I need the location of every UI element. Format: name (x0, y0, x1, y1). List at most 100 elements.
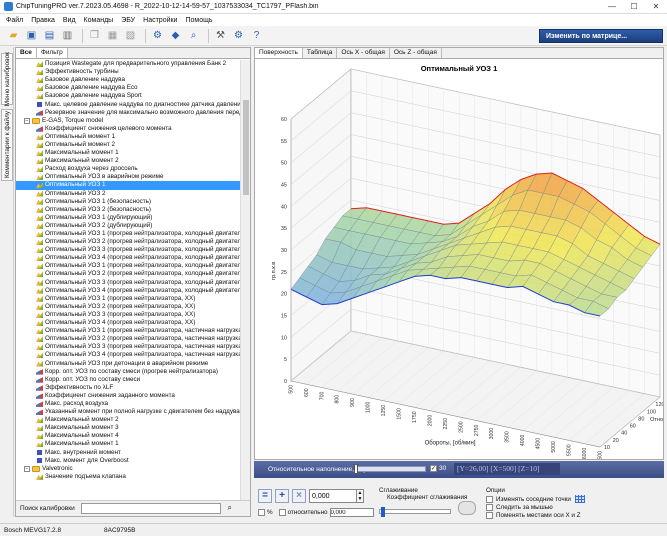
settings-icon[interactable]: ⚙ (231, 28, 246, 43)
collapse-icon[interactable]: − (24, 465, 30, 472)
menu-settings[interactable]: Настройки (139, 17, 181, 24)
tree-item[interactable]: Оптимальный УОЗ 2 (дублирующий) (16, 222, 240, 230)
tree-item[interactable]: Оптимальный УОЗ 1 (прогрев нейтрализатор… (16, 295, 240, 303)
relative-checkbox[interactable] (278, 509, 286, 516)
paste-icon[interactable]: ▦ (105, 28, 120, 43)
relative-fill-slider[interactable] (354, 464, 426, 474)
tree-item[interactable]: Указанный момент при полной нагрузке с д… (16, 408, 240, 416)
search-input[interactable] (80, 503, 221, 514)
tree-item[interactable]: Макс. расход воздуха (16, 400, 240, 408)
tree-item[interactable]: Максимальный момент 1 (16, 149, 240, 157)
minimize-button[interactable]: — (601, 0, 623, 14)
surface-plot[interactable]: Оптимальный УОЗ 1 0 5 10 15 20 25 30 35 40 45 50 55 6… (255, 59, 663, 459)
menu-file[interactable]: Файл (2, 17, 27, 24)
tree-item[interactable]: Позиция Wastegate для предварительного у… (16, 60, 240, 68)
tree-item[interactable]: Максимальный момент 1 (16, 440, 240, 448)
tab-surface[interactable]: Поверхность (255, 48, 303, 58)
tree-item[interactable]: Макс. внутренний момент (16, 449, 240, 457)
tree-item[interactable]: Эффективность по λLF (16, 384, 240, 392)
checksum-icon[interactable]: ⚙ (150, 28, 165, 43)
menu-view[interactable]: Вид (59, 17, 80, 24)
tree-item[interactable]: Оптимальный УОЗ 1 (прогрев нейтрализатор… (16, 230, 240, 238)
menu-commands[interactable]: Команды (80, 17, 118, 24)
tree-item[interactable]: Оптимальный УОЗ 1 (безопасность) (16, 198, 240, 206)
tree-item[interactable]: Базовое давление наддува (16, 76, 240, 84)
collapse-icon[interactable]: − (24, 117, 30, 124)
equals-button[interactable]: = (258, 489, 272, 503)
tree-item[interactable]: Оптимальный УОЗ 1 (16, 181, 240, 190)
tab-axis-z[interactable]: Ось Z - общая (390, 48, 442, 58)
add-button[interactable]: + (275, 489, 289, 503)
print-icon[interactable]: ▥ (60, 28, 75, 43)
tree-item[interactable]: Значение подъема клапана (16, 473, 240, 481)
save-icon[interactable]: ▣ (24, 28, 39, 43)
slider-knob[interactable] (354, 464, 358, 474)
tab-file-comments[interactable]: Комментарии к файлу (1, 109, 13, 181)
grid-icon[interactable] (574, 495, 585, 503)
tree-item[interactable]: Оптимальный УОЗ 2 (прогрев нейтрализатор… (16, 238, 240, 246)
tree-item[interactable]: Максимальный момент 2 (16, 416, 240, 424)
tree-item[interactable]: Резервное значение для максимально возмо… (16, 109, 240, 117)
tree-item[interactable]: Макс. момент для Overboost (16, 457, 240, 465)
menu-edit[interactable]: Правка (27, 17, 59, 24)
tree-item[interactable]: Оптимальный УОЗ 2 (прогрев нейтрализатор… (16, 303, 240, 311)
tree-folder[interactable]: − E-GAS, Torque model (16, 117, 240, 125)
tree-item[interactable]: Оптимальный УОЗ 2 (безопасность) (16, 206, 240, 214)
tree-item[interactable]: Оптимальный УОЗ 4 (прогрев нейтрализатор… (16, 351, 240, 359)
menu-help[interactable]: Помощь (181, 17, 216, 24)
tab-calibrations[interactable]: Меню калибровок (1, 52, 13, 106)
search-icon[interactable]: ⌕ (186, 28, 201, 43)
tab-filter[interactable]: Фильтр (36, 48, 68, 58)
tree-item[interactable]: Оптимальный УОЗ 1 (прогрев нейтрализатор… (16, 327, 240, 335)
tree-item[interactable]: Оптимальный УОЗ при детонации в аварийно… (16, 359, 240, 367)
follow-mouse-checkbox[interactable] (486, 503, 493, 511)
change-neighbors-checkbox[interactable] (486, 495, 493, 503)
tree-item[interactable]: Оптимальный УОЗ 2 (16, 190, 240, 198)
tree-item[interactable]: Оптимальный момент 1 (16, 133, 240, 141)
navigate-icon[interactable]: ◆ (168, 28, 183, 43)
tree-item[interactable]: Максимальный момент 2 (16, 157, 240, 165)
smoothing-slider[interactable] (379, 507, 451, 517)
tree-item[interactable]: Оптимальный УОЗ 2 (прогрев нейтрализатор… (16, 270, 240, 278)
tree-item[interactable]: Базовое давление наддува Sport (16, 92, 240, 100)
value-spinner[interactable]: ▲ ▼ (357, 489, 364, 503)
tree-item[interactable]: Корр. опт. УОЗ по составу смеси (16, 376, 240, 384)
tree-item[interactable]: Оптимальный момент 2 (16, 141, 240, 149)
tab-axis-x[interactable]: Ось X - общая (337, 48, 390, 58)
tools-icon[interactable]: ⚒ (213, 28, 228, 43)
open-folder-icon[interactable]: ▰ (6, 28, 21, 43)
help-icon[interactable]: ? (249, 28, 264, 43)
tree-item[interactable]: Базовое давление наддува Eco (16, 84, 240, 92)
tree-item[interactable]: Оптимальный УОЗ 4 (прогрев нейтрализатор… (16, 287, 240, 295)
change-by-matrix-button[interactable]: Изменить по матрице... (539, 29, 663, 43)
menu-ecu[interactable]: ЭБУ (117, 17, 139, 24)
smoothing-knob[interactable] (381, 507, 385, 517)
relative-value-input[interactable] (329, 508, 374, 517)
tree-item[interactable]: Коэффициент снижения целевого момента (16, 125, 240, 133)
multiply-button[interactable]: × (292, 489, 306, 503)
close-button[interactable]: ✕ (645, 0, 667, 14)
tree-item[interactable]: Оптимальный УОЗ 4 (прогрев нейтрализатор… (16, 319, 240, 327)
value-input[interactable] (309, 489, 357, 503)
smooth-icon[interactable] (458, 501, 476, 515)
relative-fill-checkbox[interactable]: ✓ (430, 465, 437, 472)
search-icon[interactable]: ⌕ (224, 503, 236, 514)
tree-folder[interactable]: − Valvetronic (16, 465, 240, 473)
tree-item[interactable]: Коэффициент снижения заданного момента (16, 392, 240, 400)
tab-table[interactable]: Таблица (303, 48, 338, 58)
scroll-thumb[interactable] (243, 100, 249, 195)
percent-checkbox[interactable] (258, 509, 265, 516)
save-as-icon[interactable]: ▤ (42, 28, 57, 43)
tree-item[interactable]: Оптимальный УОЗ 1 (дублирующий) (16, 214, 240, 222)
tree-item[interactable]: Оптимальный УОЗ 3 (прогрев нейтрализатор… (16, 311, 240, 319)
maximize-button[interactable]: ☐ (623, 0, 645, 14)
tree-item[interactable]: Эффективность турбины (16, 68, 240, 76)
compare-icon[interactable]: ▧ (123, 28, 138, 43)
tree-scrollbar[interactable] (240, 60, 250, 500)
tree-item[interactable]: Корр. опт. УОЗ по составу смеси (прогрев… (16, 368, 240, 376)
swap-axes-checkbox[interactable] (486, 511, 493, 519)
copy-icon[interactable]: ❐ (87, 28, 102, 43)
tree-item[interactable]: Макс. целевое давление наддува по диагно… (16, 100, 240, 108)
tab-all[interactable]: Все (16, 48, 37, 58)
tree-item[interactable]: Оптимальный УОЗ 3 (прогрев нейтрализатор… (16, 279, 240, 287)
